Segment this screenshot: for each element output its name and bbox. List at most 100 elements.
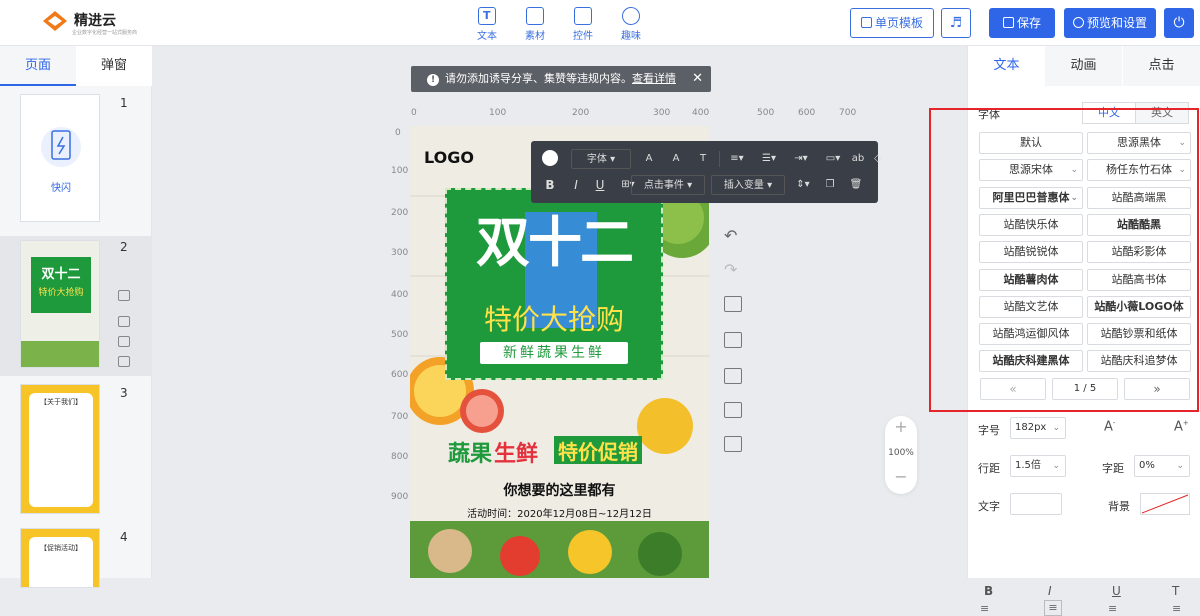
font-size-label: 字号: [978, 424, 1000, 437]
grid-icon[interactable]: [724, 368, 742, 384]
insert-variable-dropdown[interactable]: 插入变量 ▾: [711, 175, 785, 195]
eraser-icon[interactable]: ◇: [871, 149, 885, 169]
poster-banner-c[interactable]: 特价促销: [554, 436, 642, 464]
page-number: 4: [120, 530, 128, 544]
increase-size-icon[interactable]: A+: [1174, 419, 1189, 434]
letter-spacing-select[interactable]: 0% ⌄: [1134, 455, 1190, 477]
warning-notice: ! 请勿添加诱导分享、集赞等违规内容。查看详情 ✕: [411, 66, 711, 92]
list-icon[interactable]: ☰▾: [757, 149, 781, 169]
text-color-picker[interactable]: [542, 150, 558, 166]
poster-banner-b[interactable]: 生鲜: [494, 436, 538, 468]
tab-popups[interactable]: 弹窗: [76, 46, 152, 86]
undo-icon[interactable]: ↶: [724, 226, 742, 245]
tab-click[interactable]: 点击: [1123, 46, 1200, 86]
tab-animation[interactable]: 动画: [1045, 46, 1122, 86]
search-icon: [1072, 17, 1084, 28]
bold-icon[interactable]: B: [541, 175, 559, 195]
delete-icon[interactable]: 🗑: [847, 175, 865, 195]
zoom-in-icon[interactable]: +: [885, 416, 917, 438]
page-1-title: 快闪: [51, 183, 71, 194]
background-color-swatch[interactable]: [1140, 493, 1190, 515]
logo-text: 精进云: [74, 13, 116, 29]
font-size-up-icon[interactable]: A: [639, 149, 659, 169]
bold-format-icon[interactable]: B: [984, 584, 993, 598]
text-tool-button[interactable]: T 文本: [467, 7, 507, 42]
page-thumb-4[interactable]: 【促销活动】: [20, 528, 100, 588]
poster-logo[interactable]: LOGO: [424, 148, 474, 167]
page-thumb-3[interactable]: 【关于我们】: [20, 384, 100, 514]
underline-format-icon[interactable]: U: [1112, 584, 1121, 598]
vertical-ruler: 0 100 200 300 400 500 600 700 800 900: [391, 128, 409, 502]
tab-text[interactable]: 文本: [968, 46, 1045, 86]
close-icon[interactable]: ✕: [692, 66, 703, 92]
top-header: 精进云 企业数字化经营一站式服务商 T 文本 素材 控件 趣味 单页模板 ♬ 保…: [0, 0, 1200, 46]
copy-icon[interactable]: ❐: [821, 175, 839, 195]
poster-tagline[interactable]: 新鲜蔬果生鲜: [480, 342, 628, 364]
widget-tool-button[interactable]: 控件: [563, 7, 603, 42]
text-icon: T: [478, 7, 496, 25]
download-icon[interactable]: [724, 436, 742, 452]
widget-icon: [574, 7, 592, 25]
add-page-icon[interactable]: [118, 290, 130, 301]
poster-date[interactable]: 活动时间：2020年12月08日~12月12日: [410, 505, 709, 520]
single-template-button[interactable]: 单页模板: [850, 8, 934, 38]
font-dropdown[interactable]: 字体 ▾: [571, 149, 631, 169]
redo-icon[interactable]: ↷: [724, 260, 742, 279]
page-number: 3: [120, 386, 128, 400]
notice-detail-link[interactable]: 查看详情: [632, 72, 676, 85]
play-icon[interactable]: [724, 296, 742, 312]
page-thumb-2[interactable]: 双十二 特价大抢购: [20, 240, 100, 368]
text-color-label: 文字: [978, 500, 1000, 513]
music-icon: ♬: [949, 15, 963, 31]
copy-page-icon[interactable]: [118, 336, 130, 347]
template-page-icon[interactable]: [118, 316, 130, 327]
text-height-icon[interactable]: T: [693, 149, 713, 169]
tablet-icon[interactable]: [724, 402, 742, 418]
save-button[interactable]: 保存: [989, 8, 1055, 38]
align-right-icon[interactable]: ≡: [1108, 602, 1117, 615]
bulb-icon: [622, 7, 640, 25]
music-button[interactable]: ♬: [941, 8, 971, 38]
pages-panel: 页面 弹窗 快闪 1 双十二 特价大抢购 2 【关于我们】 3 【促销活动】 4: [0, 46, 152, 588]
italic-format-icon[interactable]: I: [1048, 584, 1052, 598]
fun-tool-button[interactable]: 趣味: [611, 7, 651, 42]
text-height-format-icon[interactable]: T: [1172, 584, 1179, 598]
poster-subtitle[interactable]: 特价大抢购: [445, 298, 663, 338]
flash-icon: [41, 127, 81, 167]
layer-order-icon[interactable]: ▭▾: [821, 149, 845, 169]
zoom-out-icon[interactable]: −: [885, 468, 917, 486]
font-size-down-icon[interactable]: A: [666, 149, 686, 169]
preview-settings-button[interactable]: 预览和设置: [1064, 8, 1156, 38]
horizontal-ruler: 0 100 200 300 400 500 600 700: [411, 108, 857, 118]
tab-pages[interactable]: 页面: [0, 46, 76, 86]
power-button[interactable]: ⏻: [1164, 8, 1194, 38]
align-left-icon[interactable]: ≡: [980, 602, 989, 615]
align-justify-icon[interactable]: ≡: [1172, 602, 1181, 615]
decrease-size-icon[interactable]: A-: [1104, 419, 1115, 434]
spacing-icon[interactable]: ⇕▾: [791, 175, 815, 195]
zoom-control: + 100% −: [885, 416, 917, 494]
click-event-dropdown[interactable]: 点击事件 ▾: [631, 175, 705, 195]
letter-spacing-label: 字距: [1102, 462, 1124, 475]
poster-slogan[interactable]: 你想要的这里都有: [410, 480, 709, 500]
align-center-icon[interactable]: ≡: [1044, 600, 1062, 616]
text-color-swatch[interactable]: [1010, 493, 1062, 515]
page-thumb-1[interactable]: 快闪: [20, 94, 100, 222]
line-height-select[interactable]: 1.5倍 ⌄: [1010, 455, 1066, 477]
text-format-toolbar: 字体 ▾ A A T ≡▾ ☰▾ ⇥▾ ▭▾ ab ◇ B I U ⊞▾ 点击事…: [531, 141, 882, 203]
image-text-icon[interactable]: ab: [849, 149, 867, 169]
layers-icon[interactable]: [724, 332, 742, 348]
poster-banner-a[interactable]: 蔬果: [448, 436, 492, 468]
delete-page-icon[interactable]: [118, 356, 130, 367]
image-icon: [526, 7, 544, 25]
save-icon: [1002, 17, 1014, 28]
poster-title[interactable]: 双十二: [445, 198, 663, 277]
template-icon: [860, 17, 872, 28]
font-size-select[interactable]: 182px ⌄: [1010, 417, 1066, 439]
indent-icon[interactable]: ⇥▾: [789, 149, 813, 169]
italic-icon[interactable]: I: [567, 175, 585, 195]
background-label: 背景: [1108, 500, 1130, 513]
align-icon[interactable]: ≡▾: [725, 149, 749, 169]
material-tool-button[interactable]: 素材: [515, 7, 555, 42]
underline-icon[interactable]: U: [591, 175, 609, 195]
